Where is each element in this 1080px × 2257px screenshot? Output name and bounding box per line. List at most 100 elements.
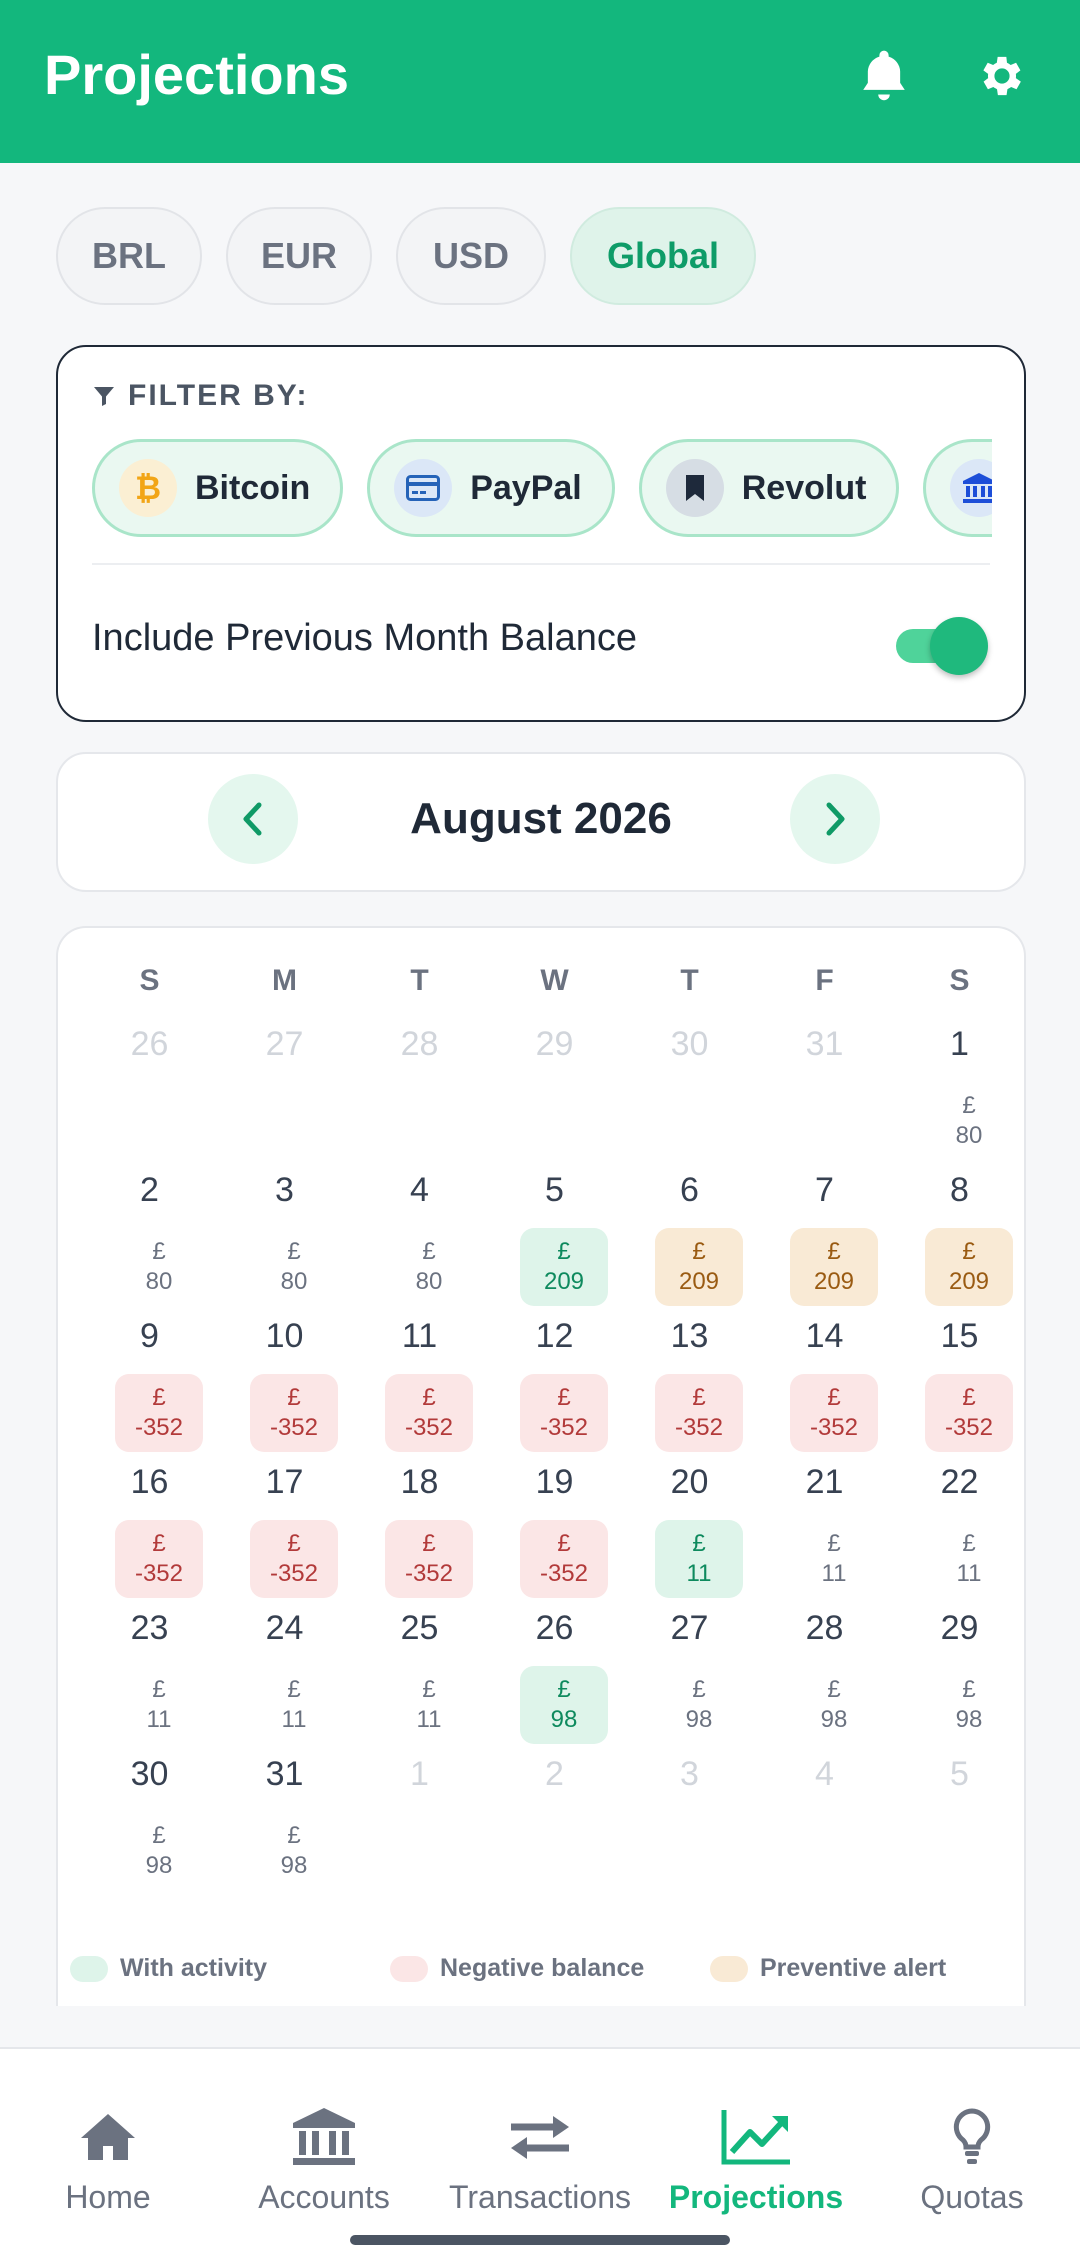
calendar-day[interactable]: 16 £ -352: [82, 1462, 217, 1608]
month-navigator: August 2026: [56, 752, 1026, 892]
day-number: 22: [940, 1463, 979, 1501]
day-balance: £98: [250, 1812, 338, 1890]
nav-label: Projections: [668, 2179, 844, 2215]
calendar-day[interactable]: 21 £11: [757, 1462, 892, 1608]
currency-chip-usd[interactable]: USD: [396, 207, 546, 305]
calendar-day[interactable]: 24 £11: [217, 1608, 352, 1754]
calendar-day[interactable]: 25 £11: [352, 1608, 487, 1754]
weekday-label: T: [680, 964, 699, 997]
calendar-day[interactable]: 10 £ -352: [217, 1316, 352, 1462]
balance-value: -352: [404, 1560, 454, 1587]
nav-quotas[interactable]: Quotas: [864, 2049, 1080, 2229]
currency-symbol: £: [557, 1238, 571, 1265]
bank-icon: [293, 2108, 355, 2165]
currency-symbol: £: [152, 1530, 166, 1557]
day-balance: £80: [250, 1228, 338, 1306]
calendar-day[interactable]: 12 £ -352: [487, 1316, 622, 1462]
legend-label: Negative balance: [440, 1954, 645, 1982]
filter-card: FILTER BY: ₿ Bitcoin PayPal Revolut Incl…: [56, 345, 1026, 722]
day-balance: £98: [925, 1666, 1013, 1744]
currency-symbol: £: [152, 1676, 166, 1703]
account-chip-bitcoin[interactable]: ₿ Bitcoin: [92, 439, 344, 537]
calendar-day[interactable]: 22 £11: [892, 1462, 1027, 1608]
currency-chip-global[interactable]: Global: [570, 207, 756, 305]
calendar-day[interactable]: 7 £209: [757, 1170, 892, 1316]
day-number: 18: [400, 1463, 439, 1501]
balance-value: -352: [539, 1414, 589, 1441]
calendar-grid: 26 27 28 29 30 31 1 £80 2 £80 3 £80 4 £80 5 £209 6 £209 7 £…: [82, 1024, 1027, 1900]
calendar-day[interactable]: 14 £ -352: [757, 1316, 892, 1462]
day-balance: £ -352: [115, 1374, 203, 1452]
include-previous-balance-toggle[interactable]: [896, 617, 988, 675]
balance-value: 98: [280, 1852, 308, 1879]
day-number: 4: [410, 1171, 429, 1209]
calendar-card: SMTWTFS 26 27 28 29 30 31 1 £80 2 £80 3 £80 4 £80 5 £20…: [56, 926, 1026, 2006]
calendar-day[interactable]: 1 £80: [892, 1024, 1027, 1170]
next-month-button[interactable]: [790, 774, 880, 864]
legend-item-negative: Negative balance: [390, 1954, 710, 1983]
calendar-day[interactable]: 19 £ -352: [487, 1462, 622, 1608]
calendar-day[interactable]: 26 £98: [487, 1608, 622, 1754]
calendar-day[interactable]: 15 £ -352: [892, 1316, 1027, 1462]
day-number: 29: [535, 1025, 574, 1063]
account-chip-bank[interactable]: [923, 439, 992, 537]
nav-label: Home: [65, 2179, 151, 2215]
account-chip-paypal[interactable]: PayPal: [367, 439, 615, 537]
calendar-day[interactable]: 31 £98: [217, 1754, 352, 1900]
currency-symbol: £: [422, 1530, 436, 1557]
day-balance: £80: [385, 1228, 473, 1306]
day-number: 2: [545, 1755, 564, 1793]
balance-value: 209: [948, 1268, 990, 1295]
calendar-day[interactable]: 2 £80: [82, 1170, 217, 1316]
calendar-day[interactable]: 5 £209: [487, 1170, 622, 1316]
calendar-day[interactable]: 3 £80: [217, 1170, 352, 1316]
nav-accounts[interactable]: Accounts: [216, 2049, 432, 2229]
day-balance: £11: [790, 1520, 878, 1598]
nav-projections[interactable]: Projections: [648, 2049, 864, 2229]
day-balance: £209: [655, 1228, 743, 1306]
calendar-day[interactable]: 9 £ -352: [82, 1316, 217, 1462]
calendar-day[interactable]: 28 £98: [757, 1608, 892, 1754]
weekday-label: M: [272, 964, 297, 997]
legend-item-alert: Preventive alert: [710, 1954, 946, 1983]
legend-item-activity: With activity: [70, 1954, 390, 1983]
account-chip-revolut[interactable]: Revolut: [638, 439, 900, 537]
calendar-day[interactable]: 27 £98: [622, 1608, 757, 1754]
notifications-button[interactable]: [848, 40, 920, 112]
day-number: 5: [545, 1171, 564, 1209]
calendar-day[interactable]: 29 £98: [892, 1608, 1027, 1754]
balance-value: -352: [539, 1560, 589, 1587]
day-number: 31: [805, 1025, 844, 1063]
currency-symbol: £: [827, 1676, 841, 1703]
calendar-day[interactable]: 30 £98: [82, 1754, 217, 1900]
filter-icon: [94, 387, 114, 406]
currency-chip-eur[interactable]: EUR: [226, 207, 372, 305]
app-header: Projections: [0, 0, 1080, 163]
calendar-day[interactable]: 11 £ -352: [352, 1316, 487, 1462]
calendar-day[interactable]: 20 £11: [622, 1462, 757, 1608]
include-previous-balance-label: Include Previous Month Balance: [92, 617, 637, 659]
calendar-day-outside: 30: [622, 1024, 757, 1170]
account-chip-label: Revolut: [741, 468, 867, 507]
calendar-day[interactable]: 13 £ -352: [622, 1316, 757, 1462]
balance-value: 209: [813, 1268, 855, 1295]
day-number: 7: [815, 1171, 834, 1209]
calendar-day[interactable]: 18 £ -352: [352, 1462, 487, 1608]
day-number: 20: [670, 1463, 709, 1501]
calendar-day[interactable]: 6 £209: [622, 1170, 757, 1316]
balance-value: -352: [404, 1414, 454, 1441]
calendar-day[interactable]: 8 £209: [892, 1170, 1027, 1316]
arrows-exchange-icon: [511, 2116, 569, 2159]
currency-chip-brl[interactable]: BRL: [56, 207, 202, 305]
balance-value: 209: [543, 1268, 585, 1295]
settings-button[interactable]: [966, 40, 1038, 112]
legend-swatch: [710, 1955, 748, 1982]
day-balance: £98: [655, 1666, 743, 1744]
weekday-header: SMTWTFS: [82, 964, 1027, 998]
calendar-day[interactable]: 4 £80: [352, 1170, 487, 1316]
account-filter-list[interactable]: ₿ Bitcoin PayPal Revolut: [92, 439, 992, 539]
nav-transactions[interactable]: Transactions: [432, 2049, 648, 2229]
calendar-day[interactable]: 17 £ -352: [217, 1462, 352, 1608]
nav-home[interactable]: Home: [0, 2049, 216, 2229]
calendar-day[interactable]: 23 £11: [82, 1608, 217, 1754]
